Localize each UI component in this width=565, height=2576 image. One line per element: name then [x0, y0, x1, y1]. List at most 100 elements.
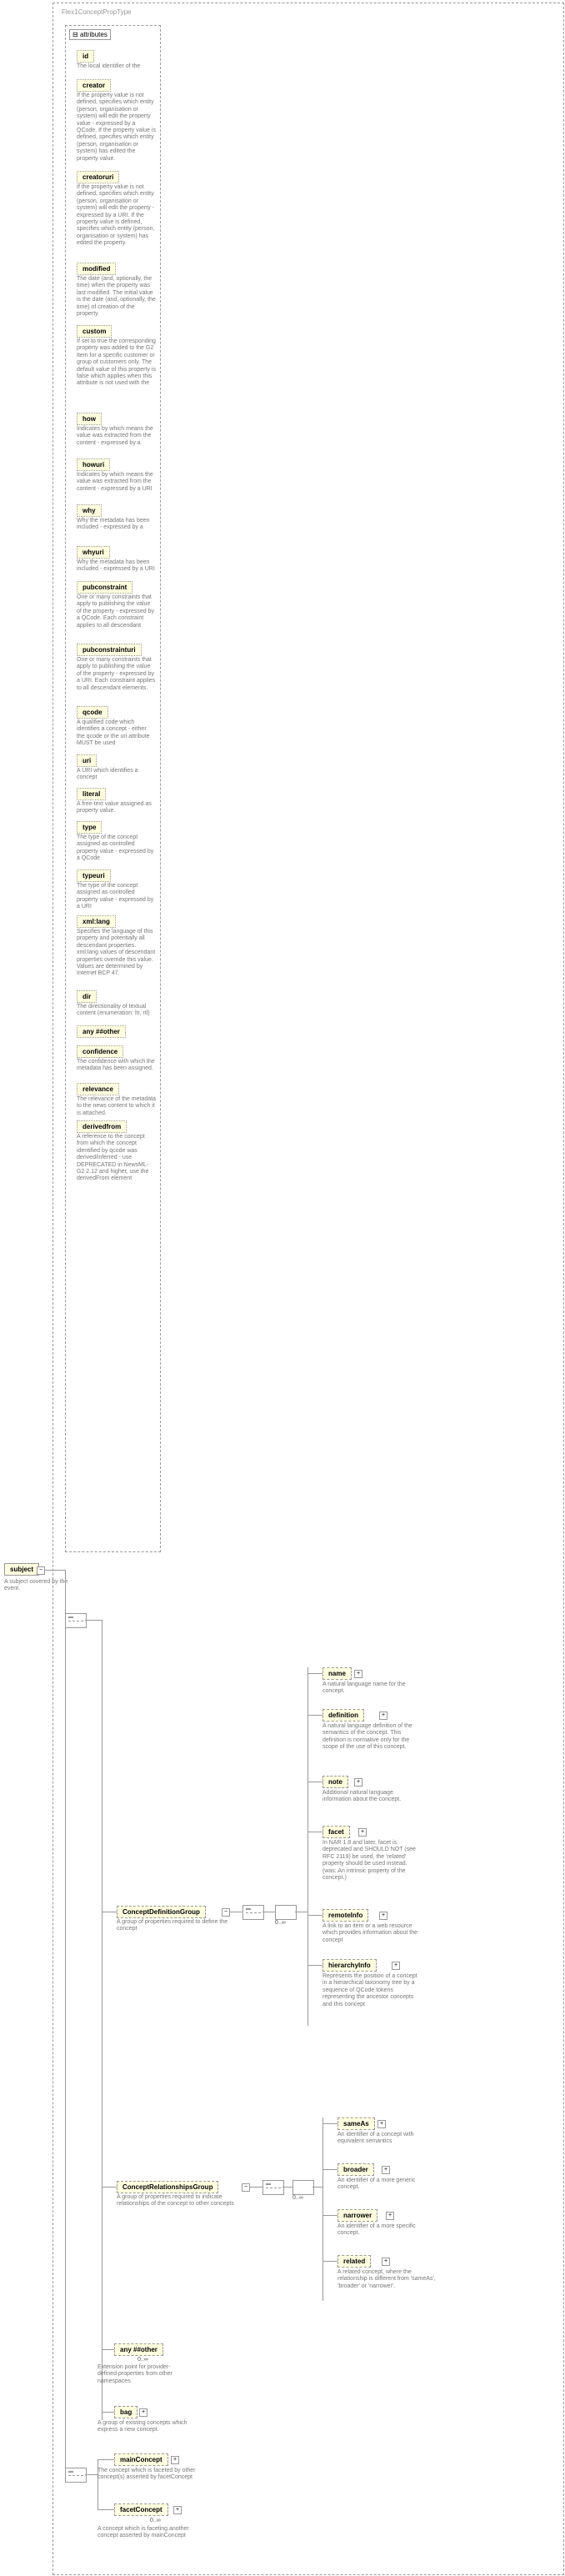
- attr-why: why: [77, 504, 102, 517]
- bag-desc: A group of existing concepts which expre…: [98, 2420, 189, 2434]
- expand-icon[interactable]: +: [382, 2166, 390, 2174]
- expand-icon[interactable]: −: [222, 1908, 230, 1917]
- def-desc: Represents the position of a concept in …: [322, 1973, 422, 2008]
- sequence-icon: [262, 2180, 284, 2195]
- def-hierarchyInfo: hierarchyInfo: [322, 1959, 377, 1972]
- concept-definition-group: ConceptDefinitionGroup: [117, 1906, 206, 1918]
- rel-sameAs: sameAs: [338, 2117, 375, 2130]
- expand-icon[interactable]: +: [382, 2258, 390, 2266]
- connector: [322, 2117, 323, 2301]
- multiplicity: 0..∞: [150, 2518, 161, 2523]
- connector: [98, 2509, 114, 2510]
- choice-icon: [275, 1905, 297, 1920]
- expand-icon[interactable]: +: [173, 2506, 182, 2514]
- attr-modified: modified: [77, 263, 116, 275]
- connector: [312, 2187, 322, 2188]
- def-definition: definition: [322, 1709, 364, 1722]
- def-name: name: [322, 1667, 352, 1680]
- connector: [250, 2187, 262, 2188]
- multiplicity: 0..∞: [292, 2195, 303, 2201]
- connector: [102, 2412, 114, 2413]
- crg-desc: A group of properties required to indica…: [117, 2194, 250, 2208]
- def-facet: facet: [322, 1826, 350, 1838]
- facet-concept: facetConcept: [114, 2503, 168, 2516]
- attr-whyuri: whyuri: [77, 546, 110, 559]
- attr-desc: Why the metadata has been included - exp…: [77, 518, 156, 532]
- rel-desc: An identifier of a concept with equivale…: [338, 2132, 438, 2146]
- attr-desc: The confidence with which the metadata h…: [77, 1059, 156, 1073]
- expand-icon[interactable]: +: [354, 1778, 362, 1787]
- attr-pubconstrainturi: pubconstrainturi: [77, 644, 142, 656]
- attr-derivedfrom: derivedfrom: [77, 1120, 127, 1133]
- def-desc: Additional natural language information …: [322, 1790, 422, 1804]
- expand-icon[interactable]: +: [379, 1711, 388, 1720]
- rel-broader: broader: [338, 2163, 374, 2176]
- attr-uri: uri: [77, 754, 97, 767]
- rel-desc: A related concept, where the relationshi…: [338, 2269, 438, 2290]
- expand-icon[interactable]: +: [139, 2408, 148, 2417]
- def-desc: In NAR 1.8 and later, facet is deprecate…: [322, 1840, 422, 1882]
- attr-desc: The date (and, optionally, the time) whe…: [77, 276, 156, 318]
- attr-dir: dir: [77, 990, 97, 1003]
- attr-qcode: qcode: [77, 706, 108, 719]
- attr-desc: A reference to the concept from which th…: [77, 1134, 156, 1183]
- connector: [102, 2349, 114, 2350]
- connector: [45, 1570, 52, 1571]
- attr-desc: A free-text value assigned as property v…: [77, 801, 156, 815]
- attr-desc: One or many constraints that apply to pu…: [77, 657, 156, 692]
- attr-id: id: [77, 50, 94, 63]
- connector: [85, 2474, 98, 2475]
- root-type-label: Flex1ConceptPropType: [57, 7, 137, 18]
- attr-desc: The local identifier of the: [77, 63, 156, 70]
- main-concept: mainConcept: [114, 2453, 168, 2466]
- subject-element: subject: [4, 1563, 39, 1576]
- attr-relevance: relevance: [77, 1083, 119, 1095]
- sequence-icon: [65, 2468, 87, 2483]
- expand-icon[interactable]: +: [386, 2212, 394, 2220]
- attr-literal: literal: [77, 788, 106, 800]
- expand-icon[interactable]: +: [358, 1828, 367, 1837]
- attr-desc: The relevance of the metadata to the new…: [77, 1096, 156, 1117]
- rel-related: related: [338, 2255, 371, 2268]
- expand-icon[interactable]: −: [242, 2183, 250, 2192]
- connector: [85, 1620, 102, 1621]
- attr-typeuri: typeuri: [77, 870, 111, 882]
- attr-desc: A qualified code which identifies a conc…: [77, 719, 156, 748]
- attr-confidence: confidence: [77, 1045, 123, 1058]
- attr-any ##other: any ##other: [77, 1025, 126, 1038]
- attr-custom: custom: [77, 325, 112, 338]
- attr-creatoruri: creatoruri: [77, 171, 119, 183]
- multiplicity: 0..∞: [138, 2357, 148, 2363]
- attr-desc: The type of the concept assigned as cont…: [77, 834, 156, 863]
- def-remoteInfo: remoteInfo: [322, 1909, 368, 1922]
- rel-narrower: narrower: [338, 2209, 378, 2222]
- main-concept-desc: The concept which is faceted by other co…: [98, 2468, 198, 2482]
- attr-creator: creator: [77, 79, 111, 92]
- expand-icon[interactable]: +: [392, 1962, 400, 1970]
- expand-icon[interactable]: +: [171, 2456, 179, 2464]
- attr-desc: Why the metadata has been included - exp…: [77, 559, 156, 574]
- expand-icon[interactable]: −: [37, 1566, 45, 1575]
- def-note: note: [322, 1776, 348, 1788]
- attributes-header: ⊟ attributes: [69, 29, 111, 40]
- attr-howuri: howuri: [77, 459, 110, 471]
- attr-desc: Specifies the language of this property …: [77, 929, 156, 978]
- sequence-icon: [65, 1613, 87, 1628]
- rel-desc: An identifier of a more specific concept…: [338, 2223, 438, 2238]
- facet-concept-desc: A concept which is faceting another conc…: [98, 2526, 198, 2540]
- attr-desc: One or many constraints that apply to pu…: [77, 594, 156, 629]
- bag-element: bag: [114, 2406, 138, 2418]
- connector: [102, 2187, 117, 2188]
- choice-icon: [292, 2180, 314, 2195]
- concept-relationships-group: ConceptRelationshipsGroup: [117, 2181, 218, 2193]
- expand-icon[interactable]: +: [378, 2120, 386, 2128]
- connector: [52, 1570, 65, 1571]
- attr-desc: If set to true the corresponding propert…: [77, 338, 156, 388]
- attr-how: how: [77, 413, 102, 425]
- attr-desc: The directionality of textual content (e…: [77, 1004, 156, 1018]
- sequence-icon: [242, 1905, 264, 1920]
- rel-desc: An identifier of a more generic concept.: [338, 2178, 438, 2192]
- attr-pubconstraint: pubconstraint: [77, 581, 132, 594]
- expand-icon[interactable]: +: [354, 1670, 362, 1678]
- expand-icon[interactable]: +: [379, 1912, 388, 1920]
